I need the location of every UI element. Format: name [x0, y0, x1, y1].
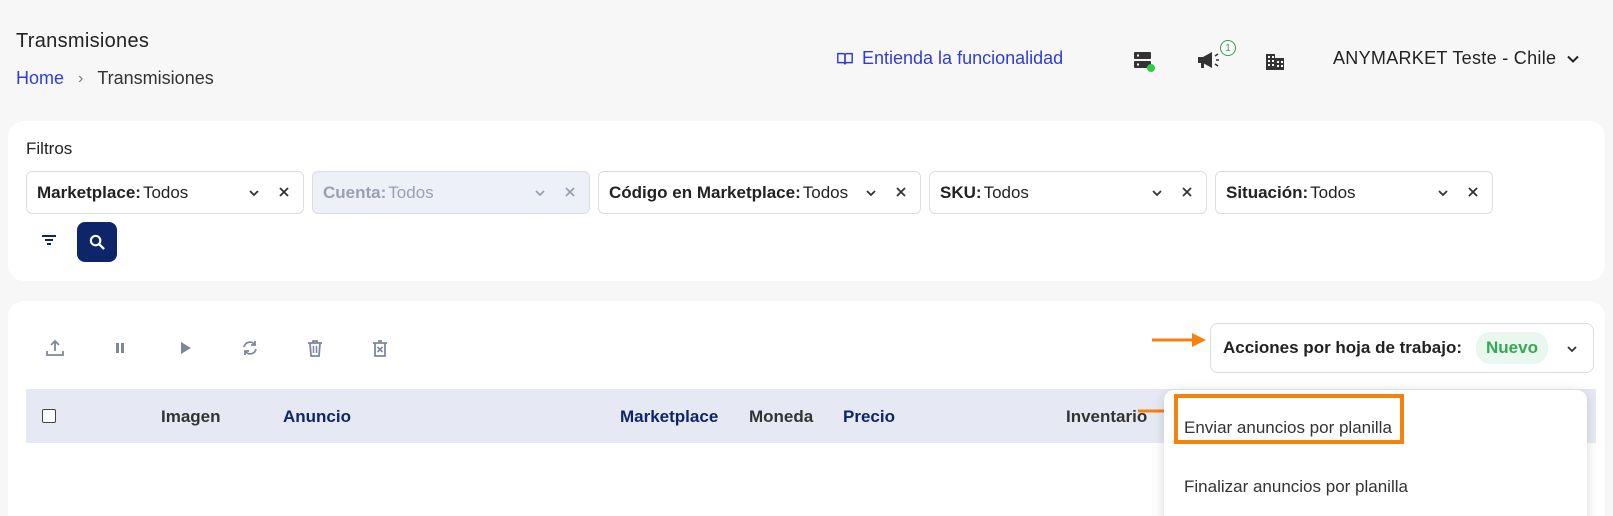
filter-value: Todos — [802, 182, 849, 202]
chevron-down-icon[interactable] — [864, 186, 878, 200]
account-name: ANYMARKET Teste - Chile — [1333, 48, 1557, 68]
filter-list-icon[interactable] — [38, 229, 60, 251]
notification-badge: 1 — [1220, 40, 1236, 56]
close-icon[interactable] — [894, 185, 908, 199]
play-icon[interactable] — [174, 337, 196, 359]
column-anuncio[interactable]: Anuncio — [283, 407, 351, 427]
breadcrumb: Home › Transmisiones — [16, 68, 214, 89]
filter-sku[interactable]: SKU: Todos — [929, 171, 1207, 214]
annotation-arrow-icon — [1152, 333, 1206, 347]
worksheet-actions-menu: Enviar anuncios por planilla Finalizar a… — [1164, 390, 1587, 516]
column-moneda[interactable]: Moneda — [749, 407, 813, 427]
sync-icon[interactable] — [239, 337, 261, 359]
actions-label: Acciones por hoja de trabajo: — [1223, 338, 1462, 357]
column-imagen[interactable]: Imagen — [161, 407, 221, 427]
learn-functionality-link[interactable]: Entienda la funcionalidad — [836, 48, 1063, 69]
breadcrumb-home-link[interactable]: Home — [16, 68, 64, 89]
chevron-down-icon — [1567, 55, 1580, 63]
close-icon[interactable] — [1466, 185, 1480, 199]
filter-marketplace[interactable]: Marketplace: Todos — [26, 171, 304, 214]
chevron-down-icon[interactable] — [1150, 186, 1164, 200]
cancel-document-icon[interactable] — [369, 337, 391, 359]
megaphone-icon[interactable] — [1195, 47, 1221, 73]
filter-label: Marketplace: — [37, 182, 141, 202]
chevron-right-icon: › — [78, 69, 84, 87]
filter-codigo-marketplace[interactable]: Código en Marketplace: Todos — [598, 171, 921, 214]
menu-item-enviar[interactable]: Enviar anuncios por planilla — [1184, 418, 1392, 438]
pause-icon[interactable] — [109, 337, 131, 359]
filter-cuenta[interactable]: Cuenta: Todos — [312, 171, 590, 214]
chevron-down-icon[interactable] — [247, 186, 261, 200]
chevron-down-icon — [1567, 346, 1577, 353]
book-icon — [837, 52, 853, 65]
chevron-down-icon[interactable] — [533, 186, 547, 200]
upload-icon[interactable] — [44, 337, 66, 359]
search-icon — [89, 234, 105, 250]
filters-panel: Filtros Marketplace: Todos Cuenta: Todos… — [8, 121, 1605, 281]
filter-value: Todos — [1310, 182, 1356, 202]
account-selector[interactable]: ANYMARKET Teste - Chile — [1333, 48, 1580, 69]
building-icon[interactable] — [1262, 48, 1288, 74]
server-status-icon[interactable] — [1131, 48, 1157, 74]
filters-label: Filtros — [26, 139, 73, 158]
filter-value: Todos — [983, 182, 1029, 202]
menu-item-finalizar[interactable]: Finalizar anuncios por planilla — [1184, 477, 1408, 497]
new-badge: Nuevo — [1476, 332, 1548, 364]
close-icon[interactable] — [277, 185, 291, 199]
filter-value: Todos — [388, 182, 434, 202]
trash-icon[interactable] — [304, 337, 326, 359]
filter-label: Situación: — [1226, 182, 1309, 202]
filter-label: Cuenta: — [323, 182, 387, 202]
filter-situacion[interactable]: Situación: Todos — [1215, 171, 1493, 214]
close-icon[interactable] — [1180, 185, 1194, 199]
filter-value: Todos — [142, 182, 189, 202]
close-icon[interactable] — [563, 185, 577, 199]
select-all-checkbox[interactable] — [42, 409, 56, 423]
breadcrumb-current: Transmisiones — [97, 68, 214, 88]
worksheet-actions-dropdown[interactable]: Acciones por hoja de trabajo: Nuevo — [1210, 323, 1594, 373]
search-button[interactable] — [77, 222, 117, 262]
page-title: Transmisiones — [16, 30, 150, 52]
filter-label: SKU: — [940, 182, 982, 202]
filter-label: Código en Marketplace: — [609, 182, 801, 202]
column-marketplace[interactable]: Marketplace — [620, 407, 718, 427]
column-precio[interactable]: Precio — [843, 407, 895, 427]
chevron-down-icon[interactable] — [1436, 186, 1450, 200]
learn-link-label: Entienda la funcionalidad — [862, 48, 1064, 68]
